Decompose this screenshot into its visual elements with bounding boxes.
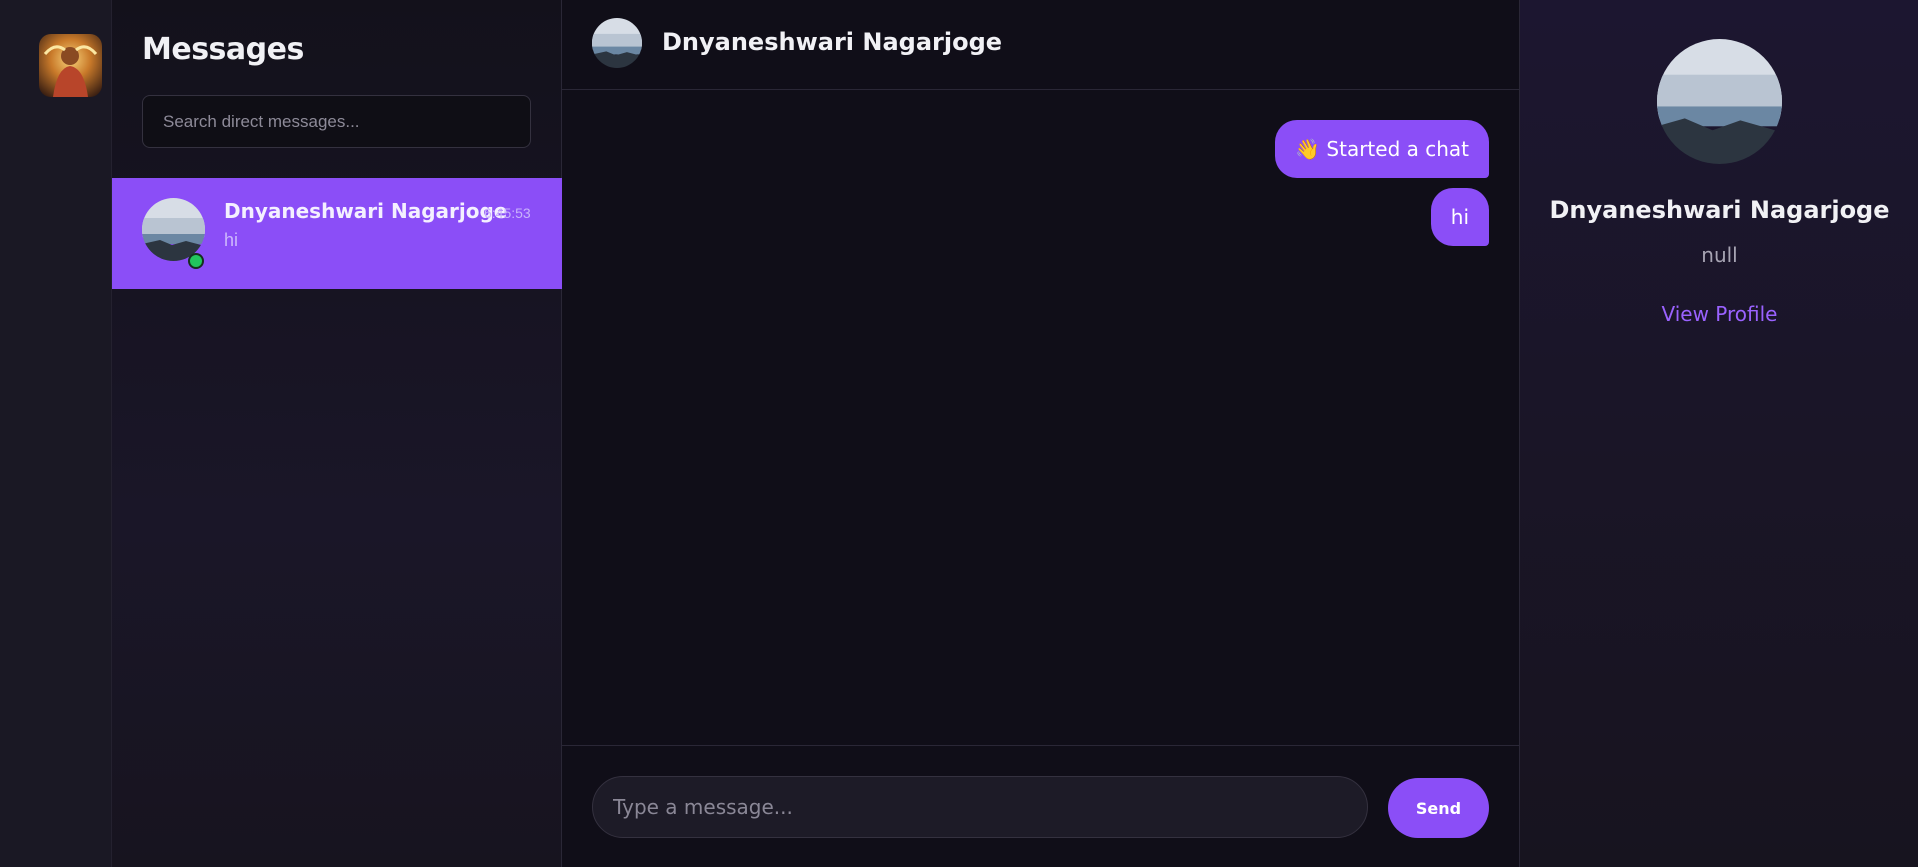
chat-panel: Dnyaneshwari Nagarjoge 👋 Started a chat …	[562, 0, 1519, 867]
chat-contact-name: Dnyaneshwari Nagarjoge	[662, 28, 1003, 56]
online-status-icon	[188, 253, 204, 269]
profile-panel: Dnyaneshwari Nagarjoge null View Profile	[1519, 0, 1918, 867]
conversation-item[interactable]: Dnyaneshwari Nagarjoge 6:45:53 hi	[112, 178, 562, 289]
chat-header: Dnyaneshwari Nagarjoge	[562, 0, 1519, 90]
message-bubble: hi	[1430, 188, 1489, 246]
avatar[interactable]	[592, 18, 642, 68]
profile-subtitle: null	[1701, 243, 1738, 267]
message-bubble: 👋 Started a chat	[1275, 120, 1489, 178]
view-profile-link[interactable]: View Profile	[1520, 302, 1918, 326]
profile-name: Dnyaneshwari Nagarjoge	[1549, 196, 1890, 224]
page-title: Messages	[142, 32, 304, 67]
user-avatar-icon[interactable]	[39, 34, 102, 97]
send-button[interactable]: Send	[1388, 778, 1489, 838]
message-input[interactable]	[592, 776, 1368, 838]
conversation-name: Dnyaneshwari Nagarjoge	[224, 199, 508, 223]
conversation-time: 6:45:53	[484, 205, 531, 221]
message-composer: Send	[562, 745, 1519, 867]
left-rail	[0, 0, 112, 867]
conversations-panel: Messages Dnyaneshwari Nagarjoge 6:45:53 …	[112, 0, 562, 867]
avatar	[142, 198, 205, 261]
avatar	[1657, 39, 1782, 164]
search-input[interactable]	[142, 95, 531, 148]
conversation-preview: hi	[224, 230, 239, 250]
